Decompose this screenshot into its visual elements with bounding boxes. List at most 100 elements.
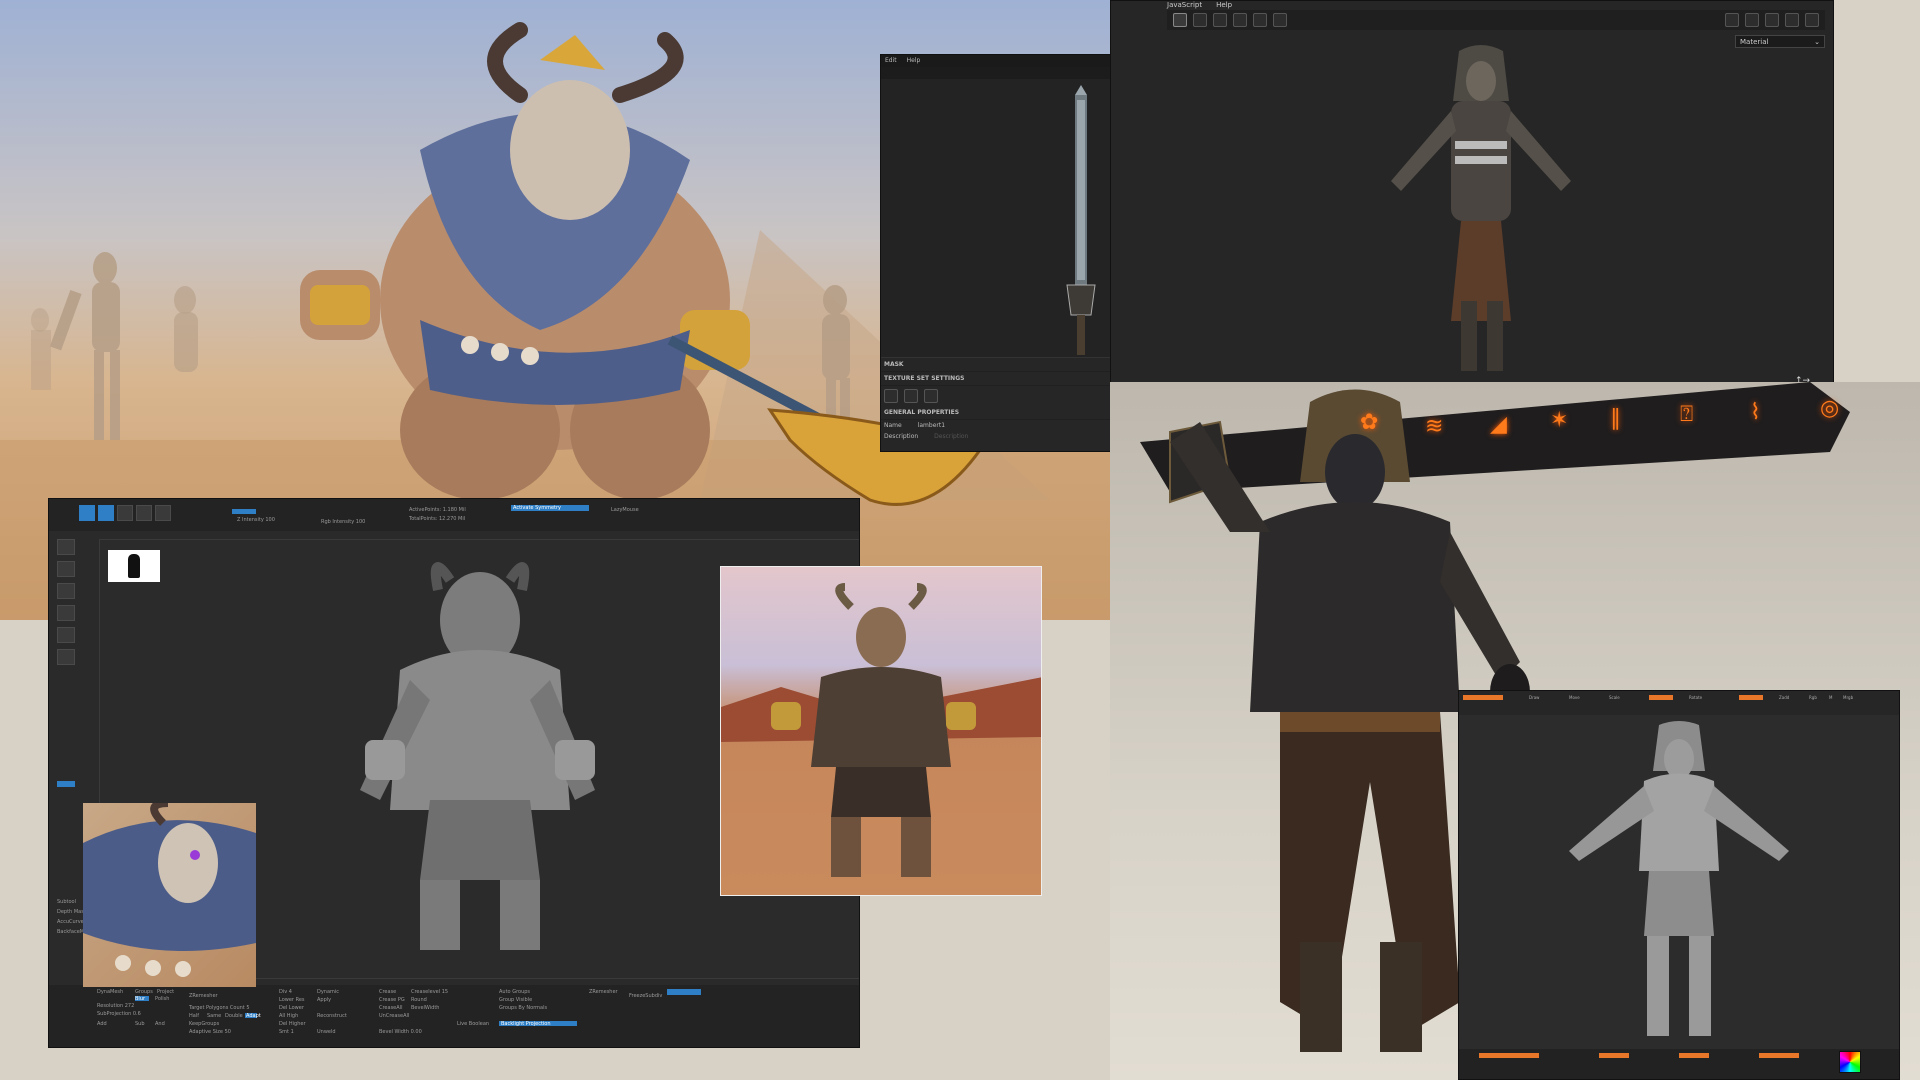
sphere-brush-icon[interactable] bbox=[57, 539, 75, 555]
symmetry-icon[interactable] bbox=[1213, 13, 1227, 27]
freeze-subdiv-toggle[interactable]: FreezeSubdiv bbox=[629, 993, 662, 999]
sub-button[interactable]: Sub bbox=[135, 1021, 145, 1027]
rotate-label: Rotate bbox=[1689, 695, 1703, 700]
crease-pg-button[interactable]: Crease PG bbox=[379, 997, 405, 1003]
rgb-label[interactable]: Rgb bbox=[1809, 695, 1817, 700]
wireframe-icon[interactable] bbox=[1193, 13, 1207, 27]
del-lower-button[interactable]: Del Lower bbox=[279, 1005, 304, 1011]
lazymouse-button[interactable]: LazyMouse bbox=[611, 507, 639, 513]
uncreaseall-button[interactable]: UnCreaseAll bbox=[379, 1013, 409, 1019]
scale-mode-button[interactable] bbox=[136, 505, 152, 521]
material-dropdown[interactable]: Material ⌄ bbox=[1735, 35, 1825, 48]
alpha-icon[interactable] bbox=[57, 605, 75, 621]
zadd-button[interactable] bbox=[232, 509, 256, 514]
target-polygons-slider[interactable]: Target Polygons Count 5 bbox=[189, 1005, 250, 1011]
and-button[interactable]: And bbox=[155, 1021, 165, 1027]
rotate-button[interactable] bbox=[1649, 695, 1673, 700]
zremesher-button[interactable]: ZRemesher bbox=[189, 993, 218, 999]
draw-button[interactable] bbox=[1463, 695, 1503, 700]
menu-edit[interactable]: Edit bbox=[885, 57, 897, 65]
adaptive-size-slider[interactable]: Adaptive Size 50 bbox=[189, 1029, 231, 1035]
camera-icon[interactable] bbox=[1805, 13, 1819, 27]
all-high-button[interactable]: All High bbox=[279, 1013, 298, 1019]
texture-set-icon-2[interactable] bbox=[904, 389, 918, 403]
bottom-button-4[interactable] bbox=[1759, 1053, 1799, 1058]
double-button[interactable]: Double bbox=[225, 1013, 243, 1019]
video-icon[interactable] bbox=[1785, 13, 1799, 27]
name-value[interactable]: lambert1 bbox=[918, 422, 945, 429]
menu-help[interactable]: Help bbox=[1216, 1, 1232, 10]
crease-button[interactable]: Crease bbox=[379, 989, 396, 995]
rotate-mode-button[interactable] bbox=[155, 505, 171, 521]
align-icon[interactable] bbox=[1233, 13, 1247, 27]
lower-res-button[interactable]: Lower Res bbox=[279, 997, 305, 1003]
dynamic-toggle[interactable]: Dynamic bbox=[317, 989, 339, 995]
keepgroups-toggle[interactable]: KeepGroups bbox=[189, 1021, 219, 1027]
auto-groups-button[interactable]: Auto Groups bbox=[499, 989, 530, 995]
scale-label[interactable]: Scale bbox=[1609, 695, 1620, 700]
dynamesh-button[interactable]: DynaMesh bbox=[97, 989, 123, 995]
zremesher-guide-button[interactable]: ZRemesher bbox=[589, 989, 618, 995]
subdiv-level-slider[interactable]: Div 4 bbox=[279, 989, 292, 995]
same-button[interactable]: Same bbox=[207, 1013, 221, 1019]
resolution-slider[interactable]: Resolution 272 bbox=[97, 1003, 134, 1009]
subtool-label[interactable]: Subtool bbox=[57, 899, 76, 905]
unweld-button[interactable]: Unweld bbox=[317, 1029, 336, 1035]
material-icon[interactable] bbox=[57, 649, 75, 665]
draw-mode-button[interactable] bbox=[98, 505, 114, 521]
grid-view-icon[interactable] bbox=[1173, 13, 1187, 27]
project-toggle[interactable]: Project bbox=[157, 989, 174, 995]
frame-icon[interactable] bbox=[1253, 13, 1267, 27]
subprojection-slider[interactable]: SubProjection 0.6 bbox=[97, 1011, 141, 1017]
polish-label[interactable]: Polish bbox=[155, 996, 169, 1002]
groups-toggle[interactable]: Groups bbox=[135, 989, 153, 995]
folder-icon[interactable] bbox=[1745, 13, 1759, 27]
group-visible-button[interactable]: Group Visible bbox=[499, 997, 532, 1003]
bevelwidth-slider[interactable]: BevelWidth bbox=[411, 1005, 439, 1011]
smt-slider[interactable]: Smt 1 bbox=[279, 1029, 294, 1035]
viewer-toolbar bbox=[1167, 10, 1825, 30]
m-label[interactable]: M bbox=[1829, 695, 1832, 700]
pharaoh-sculpt[interactable] bbox=[1559, 721, 1799, 1051]
bottom-button-3[interactable] bbox=[1679, 1053, 1709, 1058]
pause-icon[interactable] bbox=[1725, 13, 1739, 27]
zadd-button[interactable] bbox=[1739, 695, 1763, 700]
bottom-button-2[interactable] bbox=[1599, 1053, 1629, 1058]
live-boolean-toggle[interactable]: Live Boolean bbox=[457, 1021, 489, 1027]
move-label[interactable]: Move bbox=[1569, 695, 1580, 700]
desert-render-illustration bbox=[721, 583, 1041, 877]
backlight-projection-button[interactable]: Backlight Projection bbox=[501, 1021, 551, 1027]
apply-button[interactable]: Apply bbox=[317, 997, 331, 1003]
description-field[interactable]: Description bbox=[934, 433, 968, 440]
history-icon[interactable] bbox=[1273, 13, 1287, 27]
mirror-weld-toggle[interactable] bbox=[667, 989, 701, 995]
del-higher-button[interactable]: Del Higher bbox=[279, 1021, 306, 1027]
color-picker[interactable] bbox=[1839, 1051, 1861, 1073]
half-button[interactable]: Half bbox=[189, 1013, 199, 1019]
reconstruct-button[interactable]: Reconstruct bbox=[317, 1013, 347, 1019]
menu-help[interactable]: Help bbox=[907, 57, 921, 65]
creaseall-button[interactable]: CreaseAll bbox=[379, 1005, 402, 1011]
adapt-toggle[interactable]: Adapt bbox=[246, 1013, 261, 1019]
pharaoh-model-viewport[interactable] bbox=[1351, 41, 1611, 401]
settings-icon[interactable] bbox=[1765, 13, 1779, 27]
bevel-width-slider[interactable]: Bevel Width 0.00 bbox=[379, 1029, 422, 1035]
standard-brush-icon[interactable] bbox=[57, 561, 75, 577]
texture-icon[interactable] bbox=[57, 627, 75, 643]
move-mode-button[interactable] bbox=[117, 505, 133, 521]
mrgb-label[interactable]: Mrgb bbox=[1843, 695, 1853, 700]
groups-by-normals-button[interactable]: Groups By Normals bbox=[499, 1005, 547, 1011]
activate-symmetry-button[interactable]: Activate Symmetry bbox=[513, 505, 561, 511]
creaselevel-slider[interactable]: Creaselevel 15 bbox=[411, 989, 448, 995]
accucurve-label[interactable]: AccuCurve bbox=[57, 919, 84, 925]
menu-javascript[interactable]: JavaScript bbox=[1167, 1, 1202, 10]
texture-set-icon-3[interactable] bbox=[924, 389, 938, 403]
active-color-swatch[interactable] bbox=[57, 781, 75, 787]
navigation-thumbnail[interactable] bbox=[108, 550, 160, 582]
edit-mode-button[interactable] bbox=[79, 505, 95, 521]
stroke-icon[interactable] bbox=[57, 583, 75, 599]
round-button[interactable]: Round bbox=[411, 997, 427, 1003]
add-button[interactable]: Add bbox=[97, 1021, 107, 1027]
texture-set-icon-1[interactable] bbox=[884, 389, 898, 403]
bottom-button-1[interactable] bbox=[1479, 1053, 1539, 1058]
